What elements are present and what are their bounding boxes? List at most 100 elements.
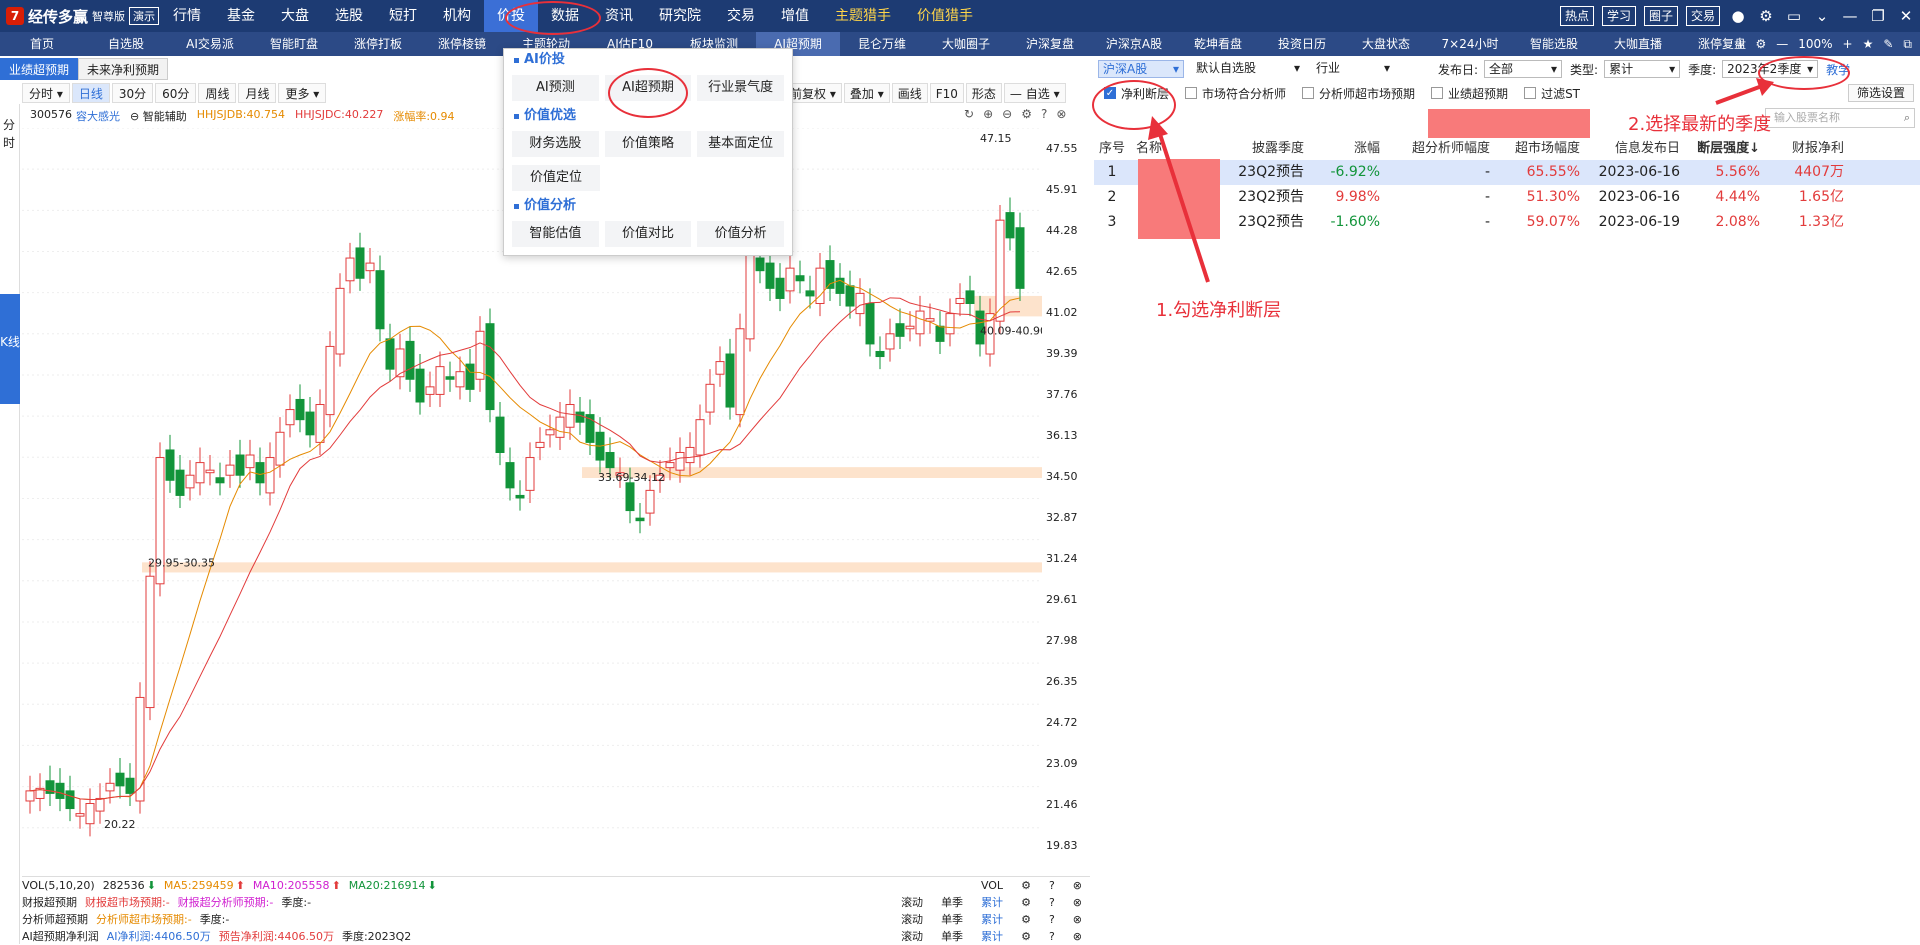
menu-value-strategy[interactable]: 价值策略	[604, 131, 692, 157]
popout-icon[interactable]: ⧉	[1903, 37, 1912, 52]
tab-14[interactable]: 乾坤看盘	[1176, 32, 1260, 56]
period-60min[interactable]: 60分	[155, 83, 197, 103]
filter-analyst-beat[interactable]: 分析师超市场预期	[1302, 85, 1415, 102]
tab-12[interactable]: 沪深复盘	[1008, 32, 1092, 56]
overlay-button[interactable]: 叠加 ▾	[843, 83, 890, 103]
menu-smart-valuation[interactable]: 智能估值	[512, 221, 599, 247]
period-intraday[interactable]: 分时 ▾	[22, 83, 70, 103]
help-icon[interactable]: ?	[1041, 107, 1047, 121]
period-more[interactable]: 更多 ▾	[278, 83, 327, 103]
close-icon[interactable]: ⊗	[1073, 894, 1082, 911]
tab-17[interactable]: 7×24小时	[1428, 32, 1512, 56]
menu-item-4[interactable]: 短打	[376, 0, 430, 32]
mode-cumulative[interactable]: 累计	[981, 928, 1003, 945]
help-icon[interactable]: ?	[1049, 894, 1055, 911]
period-monthly[interactable]: 月线	[238, 83, 277, 103]
filter-perf-beat[interactable]: 业绩超预期	[1431, 85, 1508, 102]
tab-performance-beat[interactable]: 业绩超预期	[0, 58, 79, 80]
menu-fundamental-position[interactable]: 基本面定位	[697, 131, 785, 157]
user-icon[interactable]: ●	[1724, 7, 1752, 25]
col-analyst-beat[interactable]: 超分析师幅度	[1386, 138, 1496, 160]
close-icon[interactable]: ⊗	[1073, 911, 1082, 928]
help-icon[interactable]: ?	[1049, 911, 1055, 928]
col-index[interactable]: 序号	[1094, 138, 1130, 160]
filter-st[interactable]: 过滤ST	[1524, 85, 1580, 102]
f10-button[interactable]: F10	[929, 83, 964, 103]
tab-future-profit[interactable]: 未来净利预期	[78, 58, 169, 80]
tab-11[interactable]: 大咖圈子	[924, 32, 1008, 56]
period-daily[interactable]: 日线	[71, 83, 110, 103]
pool-select[interactable]: 默认自选股 ▾	[1192, 60, 1304, 78]
col-net-profit[interactable]: 财报净利	[1766, 138, 1850, 160]
checkbox[interactable]	[1185, 87, 1198, 99]
settings-icon[interactable]: ⚙	[1021, 877, 1031, 894]
settings-icon[interactable]: ⚙	[1021, 894, 1031, 911]
col-season[interactable]: 披露季度	[1210, 138, 1310, 160]
col-market-beat[interactable]: 超市场幅度	[1496, 138, 1586, 160]
close-icon[interactable]: ⊗	[1056, 107, 1066, 121]
mode-quarter[interactable]: 单季	[941, 928, 963, 945]
close-icon[interactable]: ⊗	[1073, 928, 1082, 945]
star-icon[interactable]: ★	[1863, 37, 1874, 51]
pub-select[interactable]: 全部 ▾	[1484, 60, 1563, 78]
tab-2[interactable]: AI交易派	[168, 32, 252, 56]
menu-item-5[interactable]: 机构	[430, 0, 484, 32]
period-weekly[interactable]: 周线	[198, 83, 237, 103]
menu-item-12[interactable]: 主题猎手	[822, 0, 904, 32]
settings-icon[interactable]: ⚙	[1021, 107, 1032, 121]
tab-1[interactable]: 自选股	[84, 32, 168, 56]
stock-name[interactable]: 容大感光	[76, 108, 120, 124]
industry-select[interactable]: 行业 ▾	[1312, 60, 1394, 78]
col-gap-strength[interactable]: 断层强度↓	[1686, 138, 1766, 160]
zoom-in-icon[interactable]: +	[1843, 37, 1853, 51]
minus-icon[interactable]: ⊖	[1002, 107, 1012, 121]
col-pub-date[interactable]: 信息发布日	[1586, 138, 1686, 160]
col-name[interactable]: 名称	[1130, 138, 1210, 160]
mode-quarter[interactable]: 单季	[941, 911, 963, 928]
window-icon[interactable]: ▭	[1780, 7, 1808, 25]
smart-assist[interactable]: ⊖ 智能辅助	[130, 108, 187, 124]
market-select[interactable]: 沪深A股 ▾	[1098, 60, 1184, 78]
menu-value-position[interactable]: 价值定位	[512, 165, 600, 191]
tab-0[interactable]: 首页	[0, 32, 84, 56]
trade-button[interactable]: 交易	[1685, 6, 1720, 26]
draw-button[interactable]: 画线	[891, 83, 928, 103]
plus-icon[interactable]: ⊕	[983, 107, 993, 121]
mode-cumulative[interactable]: 累计	[981, 894, 1003, 911]
tab-18[interactable]: 智能选股	[1512, 32, 1596, 56]
menu-item-13[interactable]: 价值猎手	[904, 0, 986, 32]
help-icon[interactable]: ?	[1049, 877, 1055, 894]
chevron-down-icon[interactable]: ⌄	[1808, 7, 1836, 25]
zoom-out-icon[interactable]: —	[1776, 37, 1788, 51]
hot-button[interactable]: 热点	[1559, 6, 1594, 26]
tab-4[interactable]: 涨停打板	[336, 32, 420, 56]
settings-icon[interactable]: ⚙	[1755, 37, 1766, 51]
menu-item-9[interactable]: 研究院	[646, 0, 714, 32]
menu-item-2[interactable]: 大盘	[268, 0, 322, 32]
refresh-icon[interactable]: ↻	[964, 107, 974, 121]
tab-19[interactable]: 大咖直播	[1596, 32, 1680, 56]
type-select[interactable]: 累计 ▾	[1604, 60, 1681, 78]
mode-rolling[interactable]: 滚动	[901, 894, 923, 911]
menu-item-10[interactable]: 交易	[714, 0, 768, 32]
checkbox[interactable]	[1431, 87, 1444, 99]
tab-5[interactable]: 涨停棱镜	[420, 32, 504, 56]
stock-search-input[interactable]: 输入股票名称 ⌕	[1765, 108, 1915, 128]
minimize-icon[interactable]: —	[1836, 7, 1864, 25]
period-30min[interactable]: 30分	[111, 83, 154, 103]
kline-side-tab[interactable]: K线	[0, 294, 20, 404]
circle-button[interactable]: 圈子	[1643, 6, 1678, 26]
tab-13[interactable]: 沪深京A股	[1092, 32, 1176, 56]
mode-rolling[interactable]: 滚动	[901, 911, 923, 928]
filter-settings-button[interactable]: 筛选设置	[1847, 84, 1914, 102]
menu-value-analysis[interactable]: 价值分析	[697, 221, 785, 247]
watchlist-button[interactable]: — 自选 ▾	[1003, 83, 1066, 103]
search-icon[interactable]: ⌕	[1904, 109, 1910, 127]
pen-icon[interactable]: ✎	[1883, 37, 1893, 51]
menu-item-3[interactable]: 选股	[322, 0, 376, 32]
tab-10[interactable]: 昆仑万维	[840, 32, 924, 56]
intraday-side-tab[interactable]: 分时	[3, 116, 17, 152]
menu-value-compare[interactable]: 价值对比	[604, 221, 692, 247]
mode-cumulative[interactable]: 累计	[981, 911, 1003, 928]
settings-icon[interactable]: ⚙	[1021, 911, 1031, 928]
